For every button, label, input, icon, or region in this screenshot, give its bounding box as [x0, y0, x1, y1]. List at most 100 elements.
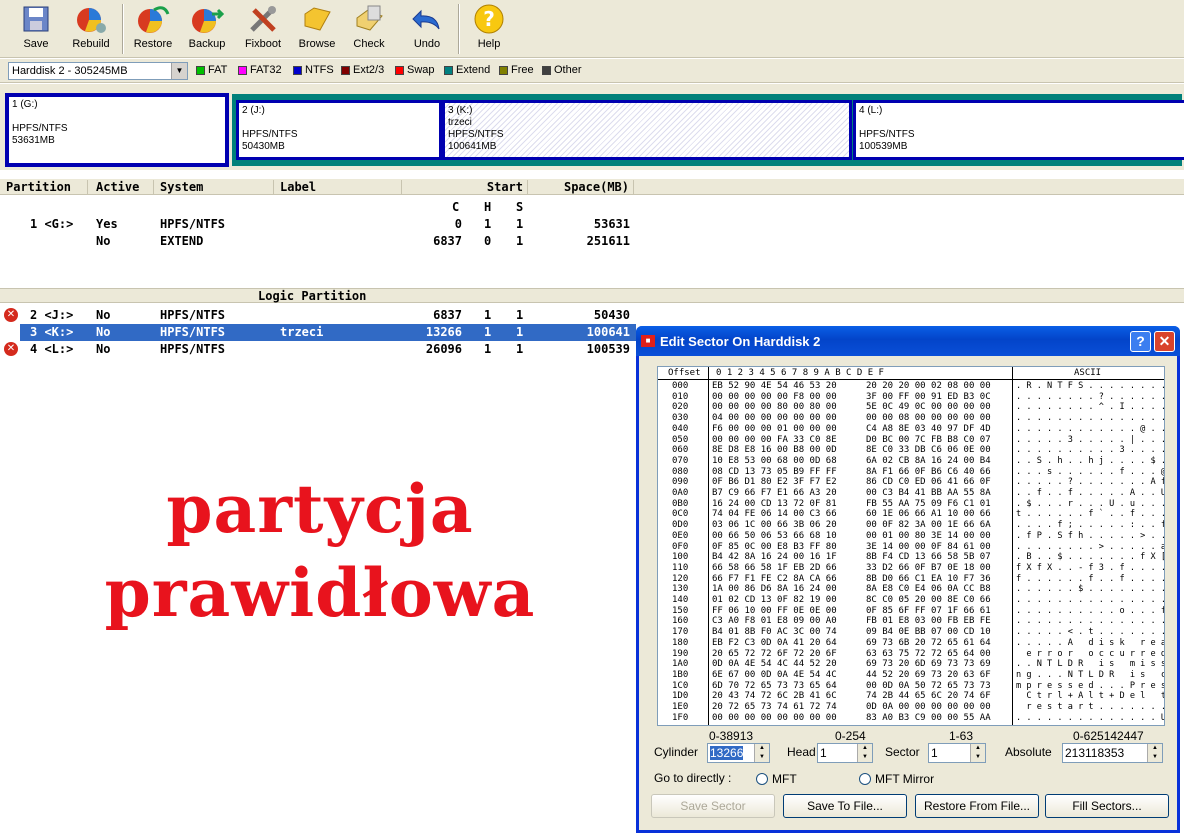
hex-row-ascii[interactable]: . . . . . . . . . . . . . . . . — [1016, 413, 1164, 424]
hex-row-bytes-low[interactable]: 20 65 72 72 6F 72 20 6F — [712, 649, 837, 660]
absolute-field[interactable]: 213118353 ▲ ▼ — [1062, 743, 1163, 763]
hex-row[interactable]: 1E0 20 72 65 73 74 61 72 74 0D 0A 00 00 00… — [658, 702, 1164, 713]
close-button[interactable]: ✕ — [1154, 331, 1175, 352]
hex-row-bytes-high[interactable]: 60 1E 06 66 A1 10 00 66 — [866, 509, 991, 520]
spinner-arrows-icon[interactable]: ▲ ▼ — [857, 744, 872, 762]
hex-row[interactable]: 070 10 E8 53 00 68 00 0D 68 6A 02 CB 8A 16… — [658, 456, 1164, 467]
hex-row-bytes-high[interactable]: 6A 02 CB 8A 16 24 00 B4 — [866, 456, 991, 467]
hex-row-bytes-high[interactable]: 8B F4 CD 13 66 58 5B 07 — [866, 552, 991, 563]
hex-row-ascii[interactable]: C t r l + A l t + D e l t o — [1016, 691, 1164, 702]
hex-row-ascii[interactable]: . . . . . . . . . . . . @ . . M — [1016, 424, 1164, 435]
spinner-arrows-icon[interactable]: ▲ ▼ — [970, 744, 985, 762]
hex-row-bytes-low[interactable]: FF 06 10 00 FF 0E 0E 00 — [712, 606, 837, 617]
hex-row-bytes-low[interactable]: 66 F7 F1 FE C2 8A CA 66 — [712, 574, 837, 585]
hex-row-bytes-low[interactable]: 20 43 74 72 6C 2B 41 6C — [712, 691, 837, 702]
hex-row-bytes-low[interactable]: 00 00 00 00 FA 33 C0 8E — [712, 435, 837, 446]
hex-row-ascii[interactable]: n g . . . N T L D R i s c o — [1016, 670, 1164, 681]
help-button[interactable]: ? Help — [466, 2, 512, 56]
hex-row-bytes-low[interactable]: 0D 0A 4E 54 4C 44 52 20 — [712, 659, 837, 670]
hex-row-bytes-high[interactable]: 00 C3 B4 41 BB AA 55 8A — [866, 488, 991, 499]
table-row-selected[interactable]: 3 <K:> No HPFS/NTFS trzeci 13266 1 1 100… — [20, 324, 636, 341]
hex-row[interactable]: 1A0 0D 0A 4E 54 4C 44 52 20 69 73 20 6D 69… — [658, 659, 1164, 670]
hex-row-bytes-high[interactable]: 20 20 20 00 02 08 00 00 — [866, 381, 991, 392]
hex-row-bytes-low[interactable]: 03 06 1C 00 66 3B 06 20 — [712, 520, 837, 531]
hex-row[interactable]: 100 B4 42 8A 16 24 00 16 1F 8B F4 CD 13 66… — [658, 552, 1164, 563]
hex-row-ascii[interactable]: . . f . . f . . . . . A . . U . — [1016, 488, 1164, 499]
table-row[interactable]: ✕ 2 <J:> No HPFS/NTFS 6837 1 1 50430 — [0, 307, 636, 324]
hex-row-bytes-low[interactable]: F6 00 00 00 01 00 00 00 — [712, 424, 837, 435]
table-row[interactable]: ✕ 4 <L:> No HPFS/NTFS 26096 1 1 100539 — [0, 341, 636, 358]
hex-row[interactable]: 0D0 03 06 1C 00 66 3B 06 20 00 0F 82 3A 00… — [658, 520, 1164, 531]
save-sector-button[interactable]: Save Sector — [651, 794, 775, 818]
hex-row-bytes-high[interactable]: 0D 0A 00 00 00 00 00 00 — [866, 702, 991, 713]
sector-field[interactable]: 1 ▲ ▼ — [928, 743, 986, 763]
hex-row-ascii[interactable]: . . . . . . . . ^ . I . . . . . — [1016, 402, 1164, 413]
head-field[interactable]: 1 ▲ ▼ — [817, 743, 873, 763]
hex-row-bytes-high[interactable]: 44 52 20 69 73 20 63 6F — [866, 670, 991, 681]
hex-row-ascii[interactable]: . . . . . . $ . . . . . . . . . — [1016, 584, 1164, 595]
hex-row-bytes-low[interactable]: 16 24 00 CD 13 72 0F 81 — [712, 499, 837, 510]
hex-row-bytes-high[interactable]: 00 00 08 00 00 00 00 00 — [866, 413, 991, 424]
hex-row-ascii[interactable]: . . . . . . . . . . 3 . . . . . — [1016, 445, 1164, 456]
hex-row-bytes-low[interactable]: 0F 85 0C 00 E8 B3 FF 80 — [712, 542, 837, 553]
hex-row-ascii[interactable]: . $ . . . r . . . U . u . . . . — [1016, 499, 1164, 510]
hex-grid[interactable]: Offset 0 1 2 3 4 5 6 7 8 9 A B C D E F A… — [657, 366, 1165, 726]
hex-row[interactable]: 1C0 6D 70 72 65 73 73 65 64 00 0D 0A 50 72… — [658, 681, 1164, 692]
disk-map-partition-4[interactable]: 4 (L:) HPFS/NTFS 100539MB — [853, 100, 1184, 160]
fill-sectors-button[interactable]: Fill Sectors... — [1045, 794, 1169, 818]
hex-row[interactable]: 040 F6 00 00 00 01 00 00 00 C4 A8 8E 03 40… — [658, 424, 1164, 435]
hex-row-bytes-high[interactable]: 8A F1 66 0F B6 C6 40 66 — [866, 467, 991, 478]
hex-row[interactable]: 0B0 16 24 00 CD 13 72 0F 81 FB 55 AA 75 09… — [658, 499, 1164, 510]
hex-row-bytes-low[interactable]: 74 04 FE 06 14 00 C3 66 — [712, 509, 837, 520]
hex-row-bytes-high[interactable]: C4 A8 8E 03 40 97 DF 4D — [866, 424, 991, 435]
hex-row[interactable]: 170 B4 01 8B F0 AC 3C 00 74 09 B4 0E BB 07… — [658, 627, 1164, 638]
hex-row[interactable]: 010 00 00 00 00 00 F8 00 00 3F 00 FF 00 91… — [658, 392, 1164, 403]
restore-button[interactable]: Restore — [130, 2, 176, 56]
col-system[interactable]: System — [154, 180, 274, 195]
hex-row-bytes-low[interactable]: 00 00 00 00 80 00 80 00 — [712, 402, 837, 413]
hex-row-bytes-high[interactable]: 3E 14 00 00 0F 84 61 00 — [866, 542, 991, 553]
hex-row-bytes-high[interactable]: 5E 0C 49 0C 00 00 00 00 — [866, 402, 991, 413]
hex-row[interactable]: 090 0F B6 D1 80 E2 3F F7 E2 86 CD C0 ED 06… — [658, 477, 1164, 488]
hex-row-bytes-high[interactable]: 00 01 00 80 3E 14 00 00 — [866, 531, 991, 542]
restore-from-file-button[interactable]: Restore From File... — [915, 794, 1039, 818]
hex-row-ascii[interactable]: . . . . . . . . . . . . . . . . — [1016, 616, 1164, 627]
hex-row-bytes-high[interactable]: 3F 00 FF 00 91 ED B3 0C — [866, 392, 991, 403]
hex-row-bytes-low[interactable]: 20 72 65 73 74 61 72 74 — [712, 702, 837, 713]
hex-row-bytes-high[interactable]: 09 B4 0E BB 07 00 CD 10 — [866, 627, 991, 638]
disk-select[interactable]: Harddisk 2 - 305245MB ▼ — [8, 62, 188, 80]
undo-button[interactable]: Undo — [404, 2, 450, 56]
hex-row-bytes-low[interactable]: 66 58 66 58 1F EB 2D 66 — [712, 563, 837, 574]
col-active[interactable]: Active — [88, 180, 154, 195]
hex-row-ascii[interactable]: m p r e s s e d . . . P r e s s — [1016, 681, 1164, 692]
mft-mirror-radio[interactable] — [859, 773, 871, 785]
save-button[interactable]: Save — [14, 2, 58, 56]
fixboot-button[interactable]: Fixboot — [240, 2, 286, 56]
hex-row-ascii[interactable]: . f P . S f h . . . . . > . . . — [1016, 531, 1164, 542]
hex-row-bytes-low[interactable]: 6D 70 72 65 73 73 65 64 — [712, 681, 837, 692]
hex-row[interactable]: 160 C3 A0 F8 01 E8 09 00 A0 FB 01 E8 03 00… — [658, 616, 1164, 627]
hex-row-bytes-high[interactable]: 63 63 75 72 72 65 64 00 — [866, 649, 991, 660]
hex-row-bytes-low[interactable]: 00 66 50 06 53 66 68 10 — [712, 531, 837, 542]
table-row[interactable]: No EXTEND 6837 0 1 251611 — [0, 233, 636, 250]
hex-row-bytes-low[interactable]: B4 01 8B F0 AC 3C 00 74 — [712, 627, 837, 638]
hex-row[interactable]: 080 08 CD 13 73 05 B9 FF FF 8A F1 66 0F B6… — [658, 467, 1164, 478]
hex-row-bytes-low[interactable]: 08 CD 13 73 05 B9 FF FF — [712, 467, 837, 478]
hex-row-bytes-high[interactable]: 00 0F 82 3A 00 1E 66 6A — [866, 520, 991, 531]
hex-row[interactable]: 130 1A 00 86 D6 8A 16 24 00 8A E8 C0 E4 06… — [658, 584, 1164, 595]
hex-row-ascii[interactable]: r e s t a r t . . . . . . . . — [1016, 702, 1164, 713]
hex-row-bytes-low[interactable]: 8E D8 E8 16 00 B8 00 0D — [712, 445, 837, 456]
rebuild-button[interactable]: Rebuild — [66, 2, 116, 56]
hex-row-ascii[interactable]: . . . . . 3 . . . . . | . . . . — [1016, 435, 1164, 446]
chevron-down-icon[interactable]: ▼ — [171, 63, 187, 79]
col-label[interactable]: Label — [274, 180, 402, 195]
save-to-file-button[interactable]: Save To File... — [783, 794, 907, 818]
hex-row-bytes-low[interactable]: 00 00 00 00 00 00 00 00 — [712, 713, 837, 724]
spinner-arrows-icon[interactable]: ▲ ▼ — [754, 744, 769, 762]
hex-row-ascii[interactable]: f X f X . . - f 3 . f . . . . . — [1016, 563, 1164, 574]
dialog-titlebar[interactable]: ■ Edit Sector On Harddisk 2 ? ✕ — [636, 326, 1180, 356]
hex-row-bytes-high[interactable]: 83 A0 B3 C9 00 00 55 AA — [866, 713, 991, 724]
hex-row-ascii[interactable]: . . . . . . . . . . . . . . U . — [1016, 713, 1164, 724]
hex-row-bytes-high[interactable]: D0 BC 00 7C FB B8 C0 07 — [866, 435, 991, 446]
hex-row-bytes-low[interactable]: EB 52 90 4E 54 46 53 20 — [712, 381, 837, 392]
